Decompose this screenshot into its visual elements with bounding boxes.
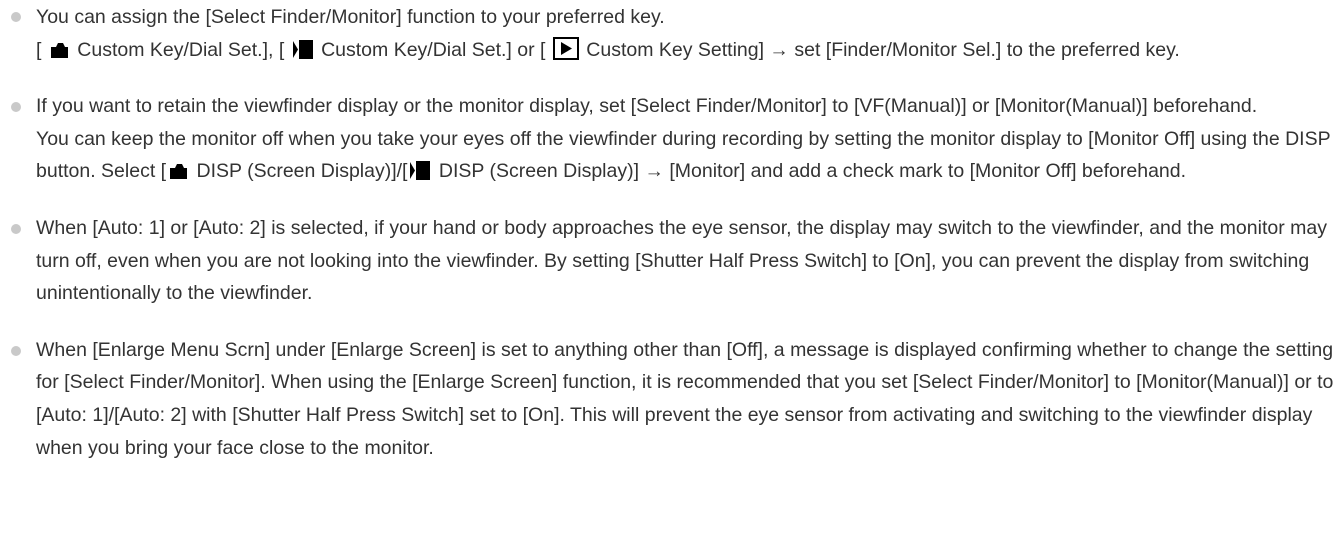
note-item-assign-key: You can assign the [Select Finder/Monito…	[0, 0, 1337, 66]
bullet-icon	[11, 102, 21, 113]
bullet-icon	[11, 12, 21, 22]
note-text: If you want to retain the viewfinder dis…	[36, 95, 1258, 118]
note-text-segment: DISP (Screen Display)] → [Monitor] and a…	[433, 160, 1187, 183]
bullet-icon	[11, 345, 21, 356]
movie-icon	[292, 39, 314, 60]
note-text: You can assign the [Select Finder/Monito…	[36, 6, 665, 28]
note-text-segment: Custom Key/Dial Set.], [	[71, 38, 290, 61]
camera-icon	[48, 38, 70, 60]
note-text-segment: DISP (Screen Display)]/[	[191, 160, 408, 183]
bullet-icon	[11, 223, 21, 234]
note-text: When [Enlarge Menu Scrn] under [Enlarge …	[36, 338, 1334, 459]
note-text-segment: Custom Key Setting] → set [Finder/Monito…	[580, 38, 1180, 61]
note-text-segment: Custom Key/Dial Set.] or [	[315, 38, 551, 61]
note-text-segment: [	[36, 38, 47, 61]
note-item-enlarge-screen: When [Enlarge Menu Scrn] under [Enlarge …	[0, 334, 1337, 464]
note-item-eye-sensor: When [Auto: 1] or [Auto: 2] is selected,…	[0, 212, 1337, 310]
note-text: [ Custom Key/Dial Set.], [ Custom Key/Di…	[36, 34, 1337, 67]
playback-icon	[552, 36, 579, 60]
camera-icon	[168, 160, 189, 181]
note-text: You can keep the monitor off when you ta…	[36, 123, 1337, 188]
note-text: When [Auto: 1] or [Auto: 2] is selected,…	[36, 216, 1327, 305]
notes-list: You can assign the [Select Finder/Monito…	[0, 0, 1337, 464]
movie-icon	[409, 160, 431, 181]
note-item-retain-display: If you want to retain the viewfinder dis…	[0, 90, 1337, 188]
